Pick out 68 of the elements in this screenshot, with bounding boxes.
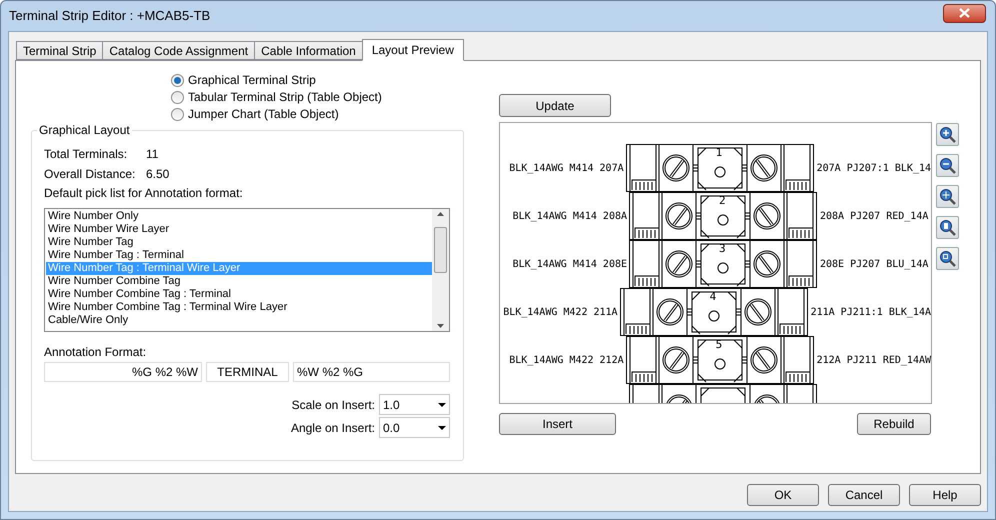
list-item[interactable]: Wire Number Combine Tag : Terminal Wire Layer [46,301,432,314]
radio-button[interactable] [171,108,184,120]
scrollbar[interactable] [432,209,449,331]
group-title: Graphical Layout [37,123,132,137]
insert-button[interactable]: Insert [499,413,616,435]
dialog-button[interactable]: OK [747,484,819,506]
wire-label: 207A PJ207:1 BLK_14 [816,162,931,176]
zoom-page-button[interactable] [936,216,959,239]
dropdown-caret-icon [438,426,446,430]
zoom-in-button[interactable] [936,123,959,146]
scroll-thumb[interactable] [434,227,447,273]
annotation-label: Annotation Format: [44,344,148,357]
zoom-window-button[interactable] [936,247,959,270]
zoom-pan-icon [938,188,956,206]
annotation-right-field[interactable]: %W %2 %G [293,362,450,382]
combo-label: Scale on Insert: [292,396,375,414]
tab[interactable]: Cable Information [254,41,363,60]
list-item[interactable]: Wire Number Only [46,210,432,223]
combo-box[interactable]: 0.0 [379,417,450,438]
wire-label: BLK_14AWG M414 208A [512,210,628,224]
combo-box[interactable]: 1.0 [379,394,450,415]
zoom-in-icon [938,126,956,144]
window-title: Terminal Strip Editor : +MCAB5-TB [9,7,210,26]
pick-list-label: Default pick list for Annotation format: [44,185,244,198]
wire-label: BLK_14AWG M422 211A [502,306,619,320]
list-item[interactable]: Wire Number Tag : Terminal [46,249,432,262]
field-label: Total Terminals: [44,146,128,159]
scroll-down-icon[interactable] [437,324,444,328]
annotation-left-field[interactable]: %G %2 %W [44,362,202,382]
scroll-up-icon[interactable] [437,212,444,216]
list-item[interactable]: Wire Number Combine Tag : Terminal [46,288,432,301]
radio-label: Jumper Chart (Table Object) [188,106,339,123]
zoom-page-icon [938,218,956,236]
terminal-number: 4 [710,291,716,303]
wire-label: 208A PJ207 RED_14A [819,210,928,224]
wire-label: 212A PJ211 RED_14AW [816,354,931,368]
field-label: Overall Distance: [44,166,136,179]
tab[interactable]: Terminal Strip [16,41,104,60]
tab[interactable]: Layout Preview [362,39,464,61]
zoom-out-icon [938,156,956,174]
combo-label: Angle on Insert: [290,420,375,436]
dialog-button[interactable]: Help [909,484,981,506]
wire-label: 211A PJ211:1 BLK_14A [810,306,931,320]
annotation-middle-field: TERMINAL [206,362,289,382]
tab[interactable]: Catalog Code Assignment [102,41,256,60]
dropdown-caret-icon [438,402,446,406]
zoom-out-button[interactable] [936,154,959,177]
field-value: 6.50 [146,166,170,179]
list-item[interactable]: Wire Number Wire Layer [46,223,432,236]
zoom-window-icon [938,250,956,268]
radio-button[interactable] [171,74,184,86]
update-button[interactable]: Update [499,94,611,117]
close-button[interactable] [943,4,986,22]
radio-button[interactable] [171,90,184,104]
field-value: 11 [146,146,158,159]
rebuild-button[interactable]: Rebuild [857,413,931,435]
list-item[interactable]: Wire Number Tag [46,236,432,249]
zoom-pan-button[interactable] [936,185,959,208]
list-item[interactable]: Wire Number Combine Tag [46,275,432,288]
wire-label: BLK_14AWG M414 208E [512,258,628,272]
close-icon [959,8,970,18]
wire-label: BLK_14AWG M422 212A [508,354,625,368]
list-item[interactable]: Cable/Wire Only [46,314,432,327]
radio-label: Tabular Terminal Strip (Table Object) [188,89,382,106]
wire-label: 208E PJ207 BLU_14A [819,258,928,272]
dialog-button[interactable]: Cancel [828,484,900,506]
wire-label: BLK_14AWG M414 207A [508,162,625,176]
radio-label: Graphical Terminal Strip [188,72,316,89]
